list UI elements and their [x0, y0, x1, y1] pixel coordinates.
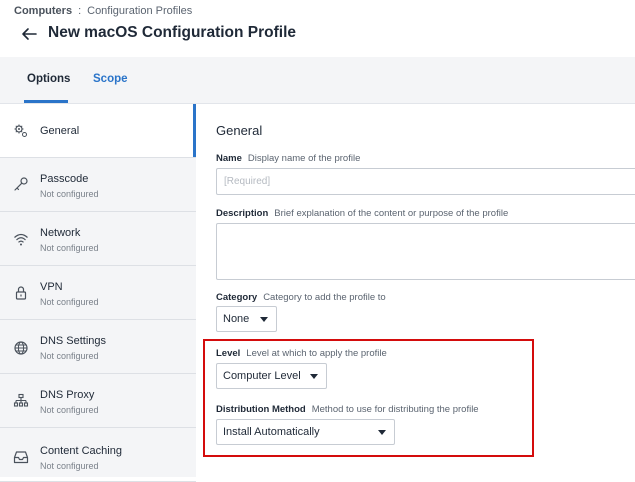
- sidebar-item-label: Content Caching: [40, 445, 122, 457]
- sidebar-item-vpn[interactable]: VPN Not configured: [0, 266, 196, 320]
- sidebar-item-general[interactable]: General: [0, 104, 196, 158]
- page-header: Computers: Configuration Profiles New mac…: [0, 0, 635, 57]
- name-field-label: Name Display name of the profile: [216, 153, 360, 164]
- inbox-icon: [13, 451, 29, 464]
- category-hint: Category to add the profile to: [263, 292, 386, 303]
- level-hint: Level at which to apply the profile: [246, 348, 387, 359]
- distribution-label: Distribution Method: [216, 404, 306, 415]
- tab-bar: Options Scope: [0, 57, 635, 104]
- description-label: Description: [216, 208, 269, 219]
- level-value: Computer Level: [223, 370, 301, 382]
- sidebar-item-dns-proxy[interactable]: DNS Proxy Not configured: [0, 374, 196, 428]
- chevron-down-icon: [378, 430, 386, 435]
- breadcrumb-separator: :: [78, 5, 82, 17]
- sidebar-item-label: Network: [40, 227, 81, 239]
- section-title: General: [216, 123, 263, 138]
- sidebar-item-passcode[interactable]: Passcode Not configured: [0, 158, 196, 212]
- breadcrumb: Computers: Configuration Profiles: [14, 5, 192, 17]
- key-icon: [14, 177, 28, 191]
- sidebar-item-status: Not configured: [40, 297, 99, 307]
- level-label: Level: [216, 348, 241, 359]
- name-input[interactable]: [Required]: [216, 168, 635, 195]
- breadcrumb-current: Configuration Profiles: [87, 5, 193, 17]
- network-tree-icon: [13, 393, 29, 407]
- sidebar-item-label: Passcode: [40, 173, 89, 185]
- category-field-label: Category Category to add the profile to: [216, 292, 386, 303]
- lock-icon: [15, 286, 27, 300]
- active-tab-indicator: [24, 100, 68, 103]
- wifi-icon: [14, 233, 28, 246]
- description-hint: Brief explanation of the content or purp…: [274, 208, 509, 219]
- name-label: Name: [216, 153, 242, 164]
- chevron-down-icon: [310, 374, 318, 379]
- globe-icon: [14, 341, 28, 355]
- distribution-field-label: Distribution Method Method to use for dis…: [216, 404, 479, 415]
- distribution-hint: Method to use for distributing the profi…: [311, 404, 479, 415]
- tab-scope[interactable]: Scope: [93, 73, 128, 85]
- sidebar-item-network[interactable]: Network Not configured: [0, 212, 196, 266]
- level-select[interactable]: Computer Level: [216, 363, 327, 389]
- back-arrow-icon[interactable]: [20, 25, 38, 43]
- page-title: New macOS Configuration Profile: [48, 24, 297, 41]
- sidebar-item-content-caching[interactable]: Content Caching Not configured: [0, 428, 196, 482]
- sidebar-item-label: DNS Proxy: [40, 389, 95, 401]
- sidebar-item-status: Not configured: [40, 189, 99, 199]
- general-form: General Name Display name of the profile …: [197, 104, 635, 477]
- level-field-label: Level Level at which to apply the profile: [216, 348, 387, 359]
- distribution-method-select[interactable]: Install Automatically: [216, 419, 395, 445]
- sidebar-item-label: DNS Settings: [40, 335, 107, 347]
- breadcrumb-computers[interactable]: Computers: [14, 5, 72, 17]
- category-select[interactable]: None: [216, 306, 277, 332]
- tab-options[interactable]: Options: [27, 73, 70, 85]
- description-textarea[interactable]: [216, 223, 635, 280]
- gear-icon: [14, 124, 27, 137]
- sidebar-item-dns-settings[interactable]: DNS Settings Not configured: [0, 320, 196, 374]
- category-label: Category: [216, 292, 258, 303]
- sidebar-item-status: Not configured: [40, 243, 99, 253]
- sidebar-item-label: General: [40, 125, 80, 137]
- sidebar-item-status: Not configured: [40, 405, 99, 415]
- category-value: None: [223, 313, 250, 325]
- name-placeholder: [Required]: [224, 176, 271, 187]
- chevron-down-icon: [260, 317, 268, 322]
- sidebar-item-status: Not configured: [40, 351, 99, 361]
- sidebar-item-label: VPN: [40, 281, 63, 293]
- sidebar-item-status: Not configured: [40, 461, 99, 471]
- name-hint: Display name of the profile: [247, 153, 361, 164]
- payload-sidebar: General Passcode Not configured Network …: [0, 104, 196, 482]
- distribution-value: Install Automatically: [223, 426, 320, 438]
- description-field-label: Description Brief explanation of the cont…: [216, 208, 508, 219]
